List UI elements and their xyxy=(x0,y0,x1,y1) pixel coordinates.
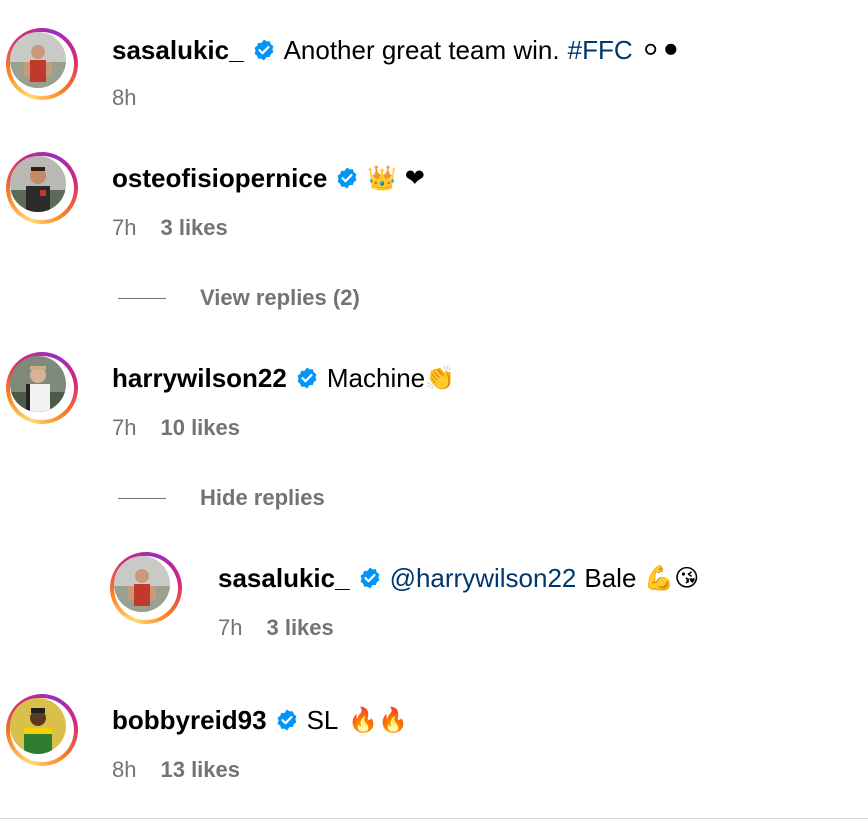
likes-count[interactable]: 3 likes xyxy=(160,214,227,242)
view-replies-button[interactable]: View replies (2) xyxy=(118,284,360,312)
likes-count[interactable]: 3 likes xyxy=(266,614,333,642)
avatar[interactable] xyxy=(6,152,78,224)
replies-toggle-label: Hide replies xyxy=(200,485,325,510)
hashtag-link[interactable]: #FFC xyxy=(568,34,633,66)
username-link[interactable]: osteofisiopernice xyxy=(112,162,327,194)
username-link[interactable]: sasalukic_ xyxy=(112,34,244,66)
avatar[interactable] xyxy=(6,28,78,100)
avatar[interactable] xyxy=(6,352,78,424)
avatar-photo xyxy=(10,32,66,88)
avatar[interactable] xyxy=(6,694,78,766)
comment-emoji: ⚪⚫ xyxy=(640,36,681,64)
comment-time[interactable]: 7h xyxy=(112,414,136,442)
comment-time[interactable]: 7h xyxy=(112,214,136,242)
verified-badge-icon xyxy=(252,38,276,62)
comment-text: Another great team win. xyxy=(283,35,560,65)
verified-badge-icon xyxy=(358,566,382,590)
reply-avatar[interactable] xyxy=(110,552,182,624)
comment-text: Machine xyxy=(326,363,426,393)
likes-count[interactable]: 13 likes xyxy=(160,756,240,784)
likes-count[interactable]: 10 likes xyxy=(160,414,240,442)
username-link[interactable]: sasalukic_ xyxy=(218,562,350,594)
username-link[interactable]: harrywilson22 xyxy=(112,362,287,394)
divider xyxy=(118,297,166,299)
comment-time[interactable]: 8h xyxy=(112,84,136,112)
comment-time[interactable]: 8h xyxy=(112,756,136,784)
hide-replies-button[interactable]: Hide replies xyxy=(118,484,325,512)
avatar-photo xyxy=(10,356,66,412)
comment-emoji: 👏 xyxy=(425,364,456,392)
comment-emoji: 👑 ❤ xyxy=(367,164,425,192)
verified-badge-icon xyxy=(335,166,359,190)
comment-text: Bale xyxy=(584,563,637,593)
divider xyxy=(118,497,166,499)
verified-badge-icon xyxy=(295,366,319,390)
comment-emoji: 🔥🔥 xyxy=(348,706,409,734)
comment-emoji: 💪😘 xyxy=(644,564,700,592)
avatar-photo xyxy=(10,156,66,212)
comment-text: SL xyxy=(306,705,339,735)
divider xyxy=(0,818,868,819)
comment-time[interactable]: 7h xyxy=(218,614,242,642)
avatar-photo xyxy=(114,556,170,612)
verified-badge-icon xyxy=(275,708,299,732)
replies-toggle-label: View replies (2) xyxy=(200,285,360,310)
username-link[interactable]: bobbyreid93 xyxy=(112,704,267,736)
avatar-photo xyxy=(10,698,66,754)
mention-link[interactable]: @harrywilson22 xyxy=(390,562,577,594)
